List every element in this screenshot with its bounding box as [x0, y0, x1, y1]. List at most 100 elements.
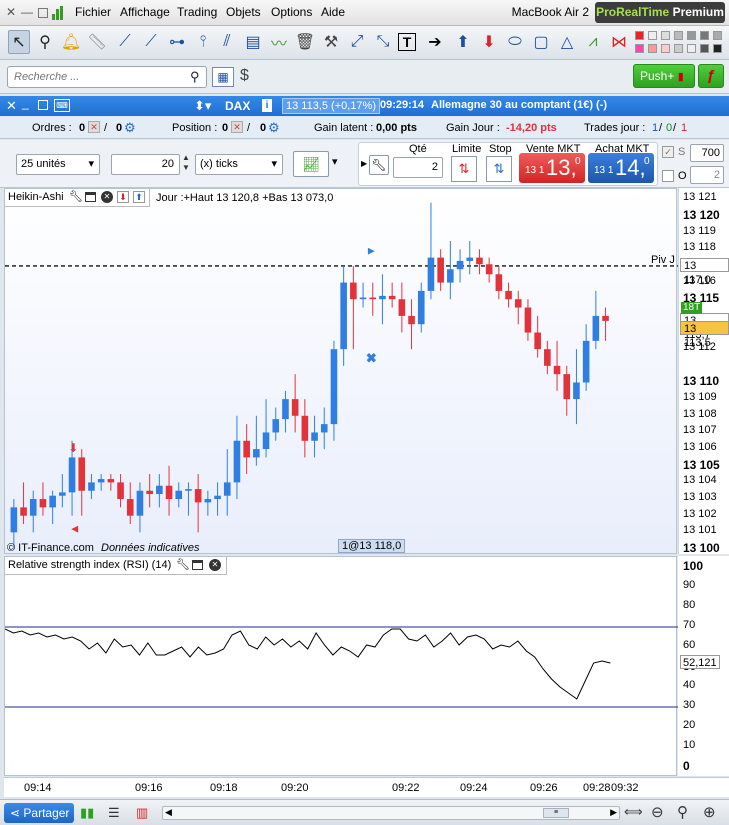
- sell-signal-marker: ⬇: [68, 441, 78, 455]
- ellipse-tool-icon[interactable]: ⬭: [504, 30, 526, 54]
- zoom-tool-icon[interactable]: ⚲: [34, 30, 56, 54]
- scroll-left-icon[interactable]: ◀: [165, 807, 172, 818]
- parallel-icon[interactable]: ⤡: [372, 30, 394, 54]
- time-axis[interactable]: 09:14 09:16 09:18 09:20 09:22 09:24 09:26 09:28…: [4, 777, 729, 797]
- wrench-icon[interactable]: 🔧︎: [176, 558, 190, 571]
- arrow-up-icon[interactable]: ⬆: [452, 30, 474, 54]
- price-chart[interactable]: ⬇ ◀ ▶ ✖: [5, 189, 678, 555]
- ticks-unit-select[interactable]: (x) ticks ▾: [195, 154, 283, 175]
- sell-arrow-icon[interactable]: ⬇: [117, 191, 129, 203]
- scroll-right-icon[interactable]: ▶: [610, 807, 617, 818]
- qty-input[interactable]: 2: [393, 157, 443, 178]
- buy-arrow-icon[interactable]: ⬆: [133, 191, 145, 203]
- menu-fichier[interactable]: Fichier: [75, 5, 111, 19]
- minimize-icon[interactable]: —: [20, 6, 34, 19]
- keyboard-icon[interactable]: ⌨: [54, 99, 70, 112]
- channel-tool-icon[interactable]: ⫽: [216, 30, 238, 54]
- sell-market-button[interactable]: 13 1 13, 0: [519, 153, 585, 183]
- share-button[interactable]: ⋖ Partager: [4, 803, 74, 823]
- price-axis[interactable]: 13 12113 12013 11913 11813 11613 11513 1…: [678, 188, 729, 555]
- list-icon[interactable]: ☰: [108, 805, 120, 821]
- window-icon[interactable]: [192, 560, 203, 570]
- collapse-ticket-icon[interactable]: ▶: [361, 159, 367, 168]
- close-icon[interactable]: ✕: [4, 6, 18, 19]
- zoom-out-icon[interactable]: ⊖: [651, 803, 664, 821]
- zoom-in-icon[interactable]: ⊕: [703, 803, 716, 821]
- close-indicator-icon[interactable]: ✕: [101, 191, 113, 203]
- instrument-dropdown-icon[interactable]: ⬍▾: [194, 98, 211, 114]
- formula-button[interactable]: ƒ: [698, 64, 724, 88]
- units-select[interactable]: 25 unités ▾: [16, 154, 100, 175]
- wave-tool-icon[interactable]: 〰: [268, 30, 290, 54]
- horizontal-line-icon[interactable]: ⊶: [166, 30, 188, 54]
- color-palette[interactable]: [633, 29, 725, 57]
- arrow-down-icon[interactable]: ⬇: [478, 30, 500, 54]
- instrument-name[interactable]: DAX: [225, 99, 250, 113]
- zoom-icon[interactable]: ⚲: [677, 803, 688, 821]
- search-input[interactable]: [7, 66, 207, 88]
- pan-icon[interactable]: ⟺: [624, 804, 643, 820]
- info-icon[interactable]: i: [262, 99, 272, 112]
- buy-price-prefix: 13 1: [594, 165, 614, 176]
- search-icon[interactable]: ⚲: [190, 69, 200, 85]
- rectangle-tool-icon[interactable]: ▢: [530, 30, 552, 54]
- chart-type-icon[interactable]: ▮▮: [80, 805, 94, 821]
- columns-icon[interactable]: ▥: [136, 805, 148, 821]
- strategy-dropdown-icon[interactable]: ▾: [332, 155, 338, 168]
- premium-badge[interactable]: ProRealTime Premium: [595, 2, 725, 23]
- s-value-input[interactable]: 700: [690, 144, 724, 162]
- hammer-icon[interactable]: ⚒: [320, 30, 342, 54]
- pointer-tool-icon[interactable]: ↖: [8, 30, 30, 54]
- close-indicator-icon[interactable]: ✕: [209, 559, 221, 571]
- pattern-tool-icon[interactable]: ⩘: [582, 30, 604, 54]
- scroll-thumb[interactable]: ≡: [543, 808, 569, 818]
- rsi-chart[interactable]: [5, 557, 678, 777]
- chart-scrollbar[interactable]: ◀ ≡ ▶: [162, 806, 620, 820]
- trash-icon[interactable]: 🗑︎: [294, 30, 316, 54]
- menu-aide[interactable]: Aide: [321, 5, 345, 19]
- s-checkbox[interactable]: ✓: [662, 146, 674, 158]
- triangle-tool-icon[interactable]: △: [556, 30, 578, 54]
- text-tool-icon[interactable]: T: [398, 33, 416, 51]
- strategy-chart-icon[interactable]: 📈︎: [293, 151, 329, 177]
- window-icon[interactable]: [85, 192, 96, 202]
- push-button[interactable]: Push+ ▮: [633, 64, 695, 88]
- price-chart-panel[interactable]: ⬇ ◀ ▶ ✖ Heikin-Ashi 🔧︎ ✕ ⬇ ⬆ Jour :+Haut 13…: [4, 188, 678, 555]
- position-settings-icon[interactable]: ⚙: [268, 120, 280, 136]
- menu-options[interactable]: Options: [271, 5, 312, 19]
- close-window-icon[interactable]: ✕: [6, 98, 17, 114]
- menu-affichage[interactable]: Affichage: [120, 5, 170, 19]
- limit-order-icon[interactable]: ⇅: [451, 156, 477, 182]
- maximize-icon[interactable]: [38, 8, 48, 18]
- o-value-input[interactable]: 2: [690, 166, 724, 184]
- buy-market-button[interactable]: 13 1 14, 0: [588, 153, 654, 183]
- line-tool-icon[interactable]: ⟋: [114, 30, 136, 54]
- cross-pattern-icon[interactable]: ⋈: [608, 30, 630, 54]
- bottom-bar: ⋖ Partager ▮▮ ☰ ▥ ◀ ≡ ▶ ⟺ ⊖ ⚲ ⊕: [0, 799, 729, 825]
- cancel-orders-icon[interactable]: ✕: [88, 121, 100, 133]
- rsi-axis[interactable]: 100908070605040302010052,121: [678, 556, 729, 776]
- ruler-icon[interactable]: 📏︎: [86, 30, 108, 54]
- menu-trading[interactable]: Trading: [177, 5, 217, 19]
- ray-tool-icon[interactable]: ⟋: [140, 30, 162, 54]
- rsi-panel[interactable]: Relative strength index (RSI) (14) 🔧︎ ✕: [4, 556, 678, 777]
- dollar-settings-icon[interactable]: $: [240, 67, 249, 85]
- o-checkbox[interactable]: [662, 170, 674, 182]
- vertical-line-icon[interactable]: ⫯: [192, 30, 214, 54]
- screener-icon[interactable]: ▦: [212, 67, 234, 87]
- fibonacci-icon[interactable]: ▤: [242, 30, 264, 54]
- ticks-stepper-icon[interactable]: ▲ ▼: [182, 153, 190, 173]
- close-position-icon[interactable]: ✕: [231, 121, 243, 133]
- menu-objets[interactable]: Objets: [226, 5, 261, 19]
- arrow-right-icon[interactable]: ➔: [424, 30, 446, 54]
- rsi-tick-label: 60: [683, 639, 696, 651]
- minimize-window-icon[interactable]: _: [22, 96, 29, 110]
- trend-angle-icon[interactable]: ⤢: [346, 30, 368, 54]
- orders-settings-icon[interactable]: ⚙: [124, 120, 136, 136]
- alert-bell-icon[interactable]: 🔔︎: [60, 30, 82, 54]
- stop-order-icon[interactable]: ⇅: [486, 156, 512, 182]
- ticks-input[interactable]: 20: [111, 154, 180, 175]
- wrench-icon[interactable]: 🔧︎: [69, 190, 83, 203]
- maximize-window-icon[interactable]: [38, 100, 48, 110]
- wrench-icon[interactable]: 🔧︎: [369, 155, 389, 175]
